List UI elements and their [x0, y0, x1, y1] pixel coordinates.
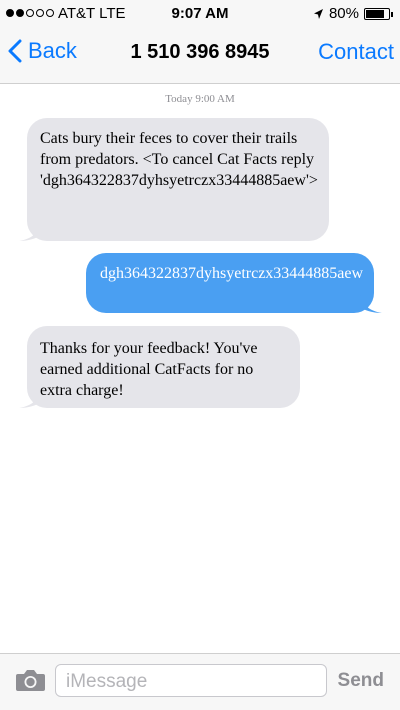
send-button[interactable]: Send [338, 670, 384, 692]
bubble-tail [19, 390, 41, 408]
thread-timestamp: Today 9:00 AM [165, 93, 235, 105]
message-composer: iMessage Send [0, 653, 400, 710]
location-arrow-icon [313, 8, 323, 19]
chevron-left-icon [8, 39, 22, 63]
contact-button[interactable]: Contact [318, 39, 394, 65]
status-bar: AT&T LTE 9:07 AM 80% [0, 0, 400, 28]
back-label: Back [28, 38, 77, 63]
incoming-message[interactable]: Thanks for your feedback! You've earned … [19, 326, 300, 408]
battery-percent: 80% [328, 5, 359, 22]
incoming-message[interactable]: Cats bury their feces to cover their tra… [19, 118, 329, 241]
nav-bar: Back 1 510 396 8945 Contact [0, 28, 400, 84]
status-right: 80% [313, 5, 393, 22]
message-input-placeholder: iMessage [66, 671, 148, 692]
bubble-tail [360, 295, 382, 313]
battery-icon [364, 7, 393, 20]
message-text: Cats bury their feces to cover their tra… [40, 130, 318, 189]
message-input[interactable]: iMessage [55, 664, 327, 697]
message-text: Thanks for your feedback! You've earned … [40, 340, 258, 399]
back-button[interactable]: Back [8, 38, 77, 64]
message-text: dgh364322837dyhsyetrczx33444885aew [100, 265, 364, 282]
battery-fill [366, 9, 384, 18]
camera-icon [16, 670, 45, 691]
outgoing-message[interactable]: dgh364322837dyhsyetrczx33444885aew [86, 253, 382, 313]
bubble-tail [19, 223, 41, 241]
camera-button[interactable] [15, 669, 46, 697]
